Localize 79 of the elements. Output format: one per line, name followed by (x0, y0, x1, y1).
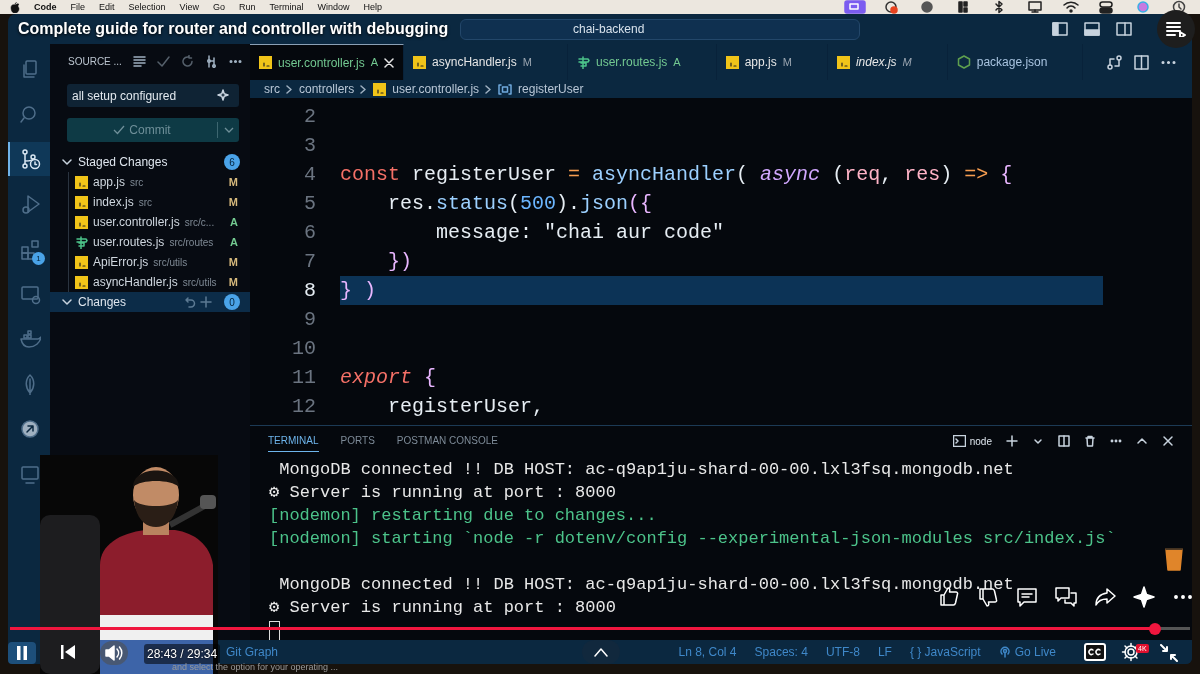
git-graph-item[interactable]: Git Graph (226, 643, 279, 661)
terminal-line: [nodemon] starting `node -r dotenv/config --experimental-json-modules src/index.js` (269, 529, 1116, 548)
tab-label: asyncHandler.js (432, 54, 517, 71)
tab-label: app.js (744, 54, 777, 71)
terminal-line: ⚙ Server is running at port : 8000 (269, 598, 616, 617)
panel-tab[interactable]: PORTS (340, 430, 375, 452)
code-line: registerUser, (387, 394, 546, 420)
menu-item[interactable]: Run (238, 2, 256, 12)
status-item[interactable]: UTF-8 (825, 643, 860, 661)
line-number: 2 (303, 103, 316, 130)
line-number: 4 (303, 161, 316, 188)
video-time: 28:43 / 29:34 (144, 644, 221, 664)
code-line: res.status(500).json({ (387, 191, 654, 217)
line-number: 7 (303, 248, 316, 275)
search-field[interactable]: chai-backend (460, 18, 860, 40)
status-letter: M (228, 174, 238, 190)
breadcrumb-item[interactable]: registerUser (518, 80, 584, 98)
section-header[interactable]: Changes 0 (50, 292, 250, 312)
commit-message-field[interactable]: all setup configured (67, 84, 239, 107)
notification-text: and select the option for your operating ... (172, 661, 339, 674)
status-item[interactable]: Spaces: 4 (754, 643, 808, 661)
code-line: }) (387, 249, 413, 275)
status-letter: M (228, 254, 238, 270)
staged-file[interactable]: asyncHandler.js src/utils M (69, 272, 250, 292)
status-item[interactable]: LF (877, 643, 892, 661)
menu-item[interactable]: Window (317, 2, 350, 12)
status-item[interactable]: Go Live (1014, 643, 1056, 661)
line-number: 10 (291, 335, 316, 362)
line-number: 5 (303, 190, 316, 217)
breadcrumb-item[interactable]: controllers (299, 80, 355, 98)
status-letter: A (230, 234, 238, 250)
panel-tab[interactable]: TERMINAL (268, 430, 319, 452)
commit-button[interactable]: Commit (67, 118, 239, 142)
line-number: 8 (303, 277, 316, 304)
menu-item[interactable]: Terminal (269, 2, 304, 12)
menu-item[interactable]: View (179, 2, 199, 12)
editor-tab[interactable]: user.controller.js A (250, 44, 405, 80)
menu-item[interactable]: Code (34, 2, 57, 12)
count-badge: 0 (224, 294, 240, 310)
code-line: export { (340, 365, 438, 391)
line-number: 6 (303, 219, 316, 246)
staged-file[interactable]: user.controller.js src/c... A (69, 212, 250, 232)
count-badge: 1 (32, 252, 45, 265)
status-letter: M (228, 274, 238, 290)
staged-file[interactable]: ApiError.js src/utils M (69, 252, 250, 272)
line-number: 12 (291, 393, 316, 420)
count-badge: 6 (224, 154, 240, 170)
line-number: 3 (303, 132, 316, 159)
shell-label[interactable]: node (969, 433, 992, 449)
status-item[interactable]: Ln 8, Col 4 (678, 643, 737, 661)
breadcrumb-item[interactable]: src (264, 80, 280, 98)
menu-item[interactable]: Help (363, 2, 382, 12)
tab-label: index.js (855, 54, 897, 71)
panel-title: SOURCE ... (68, 54, 122, 69)
status-letter: A (230, 214, 238, 230)
video-title: Complete guide for router and controller with debugging (18, 19, 449, 39)
terminal-line: MongoDB connected !! DB HOST: ac-q9ap1ju-shard-00-00.lxl3fsq.mongodb.net (278, 460, 1014, 479)
terminal-line: MongoDB connected !! DB HOST: ac-q9ap1ju-shard-00-00.lxl3fsq.mongodb.net (278, 575, 1014, 594)
code-line: const registerUser = asyncHandler( async (req, res) => { (340, 162, 1014, 188)
status-item[interactable]: { } JavaScript (909, 643, 981, 661)
staged-file[interactable]: index.js src M (69, 192, 250, 212)
line-number: 11 (291, 364, 316, 391)
menu-item[interactable]: Selection (128, 2, 166, 12)
breadcrumb-item[interactable]: user.controller.js (392, 80, 480, 98)
staged-file[interactable]: user.routes.js src/routes A (69, 232, 250, 252)
staged-file[interactable]: app.js src M (69, 172, 250, 192)
tab-label: package.json (976, 54, 1048, 71)
status-letter: M (228, 194, 238, 210)
menu-item[interactable]: File (70, 2, 85, 12)
section-header[interactable]: Staged Changes 6 (50, 152, 250, 172)
menu-item[interactable]: Edit (99, 2, 115, 12)
tab-label: user.routes.js (595, 54, 668, 71)
terminal-line: [nodemon] restarting due to changes... (269, 506, 657, 525)
panel-tab[interactable]: POSTMAN CONSOLE (396, 430, 498, 452)
code-line: message: "chai aur code" (435, 220, 726, 246)
terminal-line: ⚙ Server is running at port : 8000 (269, 483, 616, 502)
menu-item[interactable]: Go (212, 2, 225, 12)
tab-label: user.controller.js (278, 54, 365, 72)
line-number: 9 (303, 306, 316, 333)
